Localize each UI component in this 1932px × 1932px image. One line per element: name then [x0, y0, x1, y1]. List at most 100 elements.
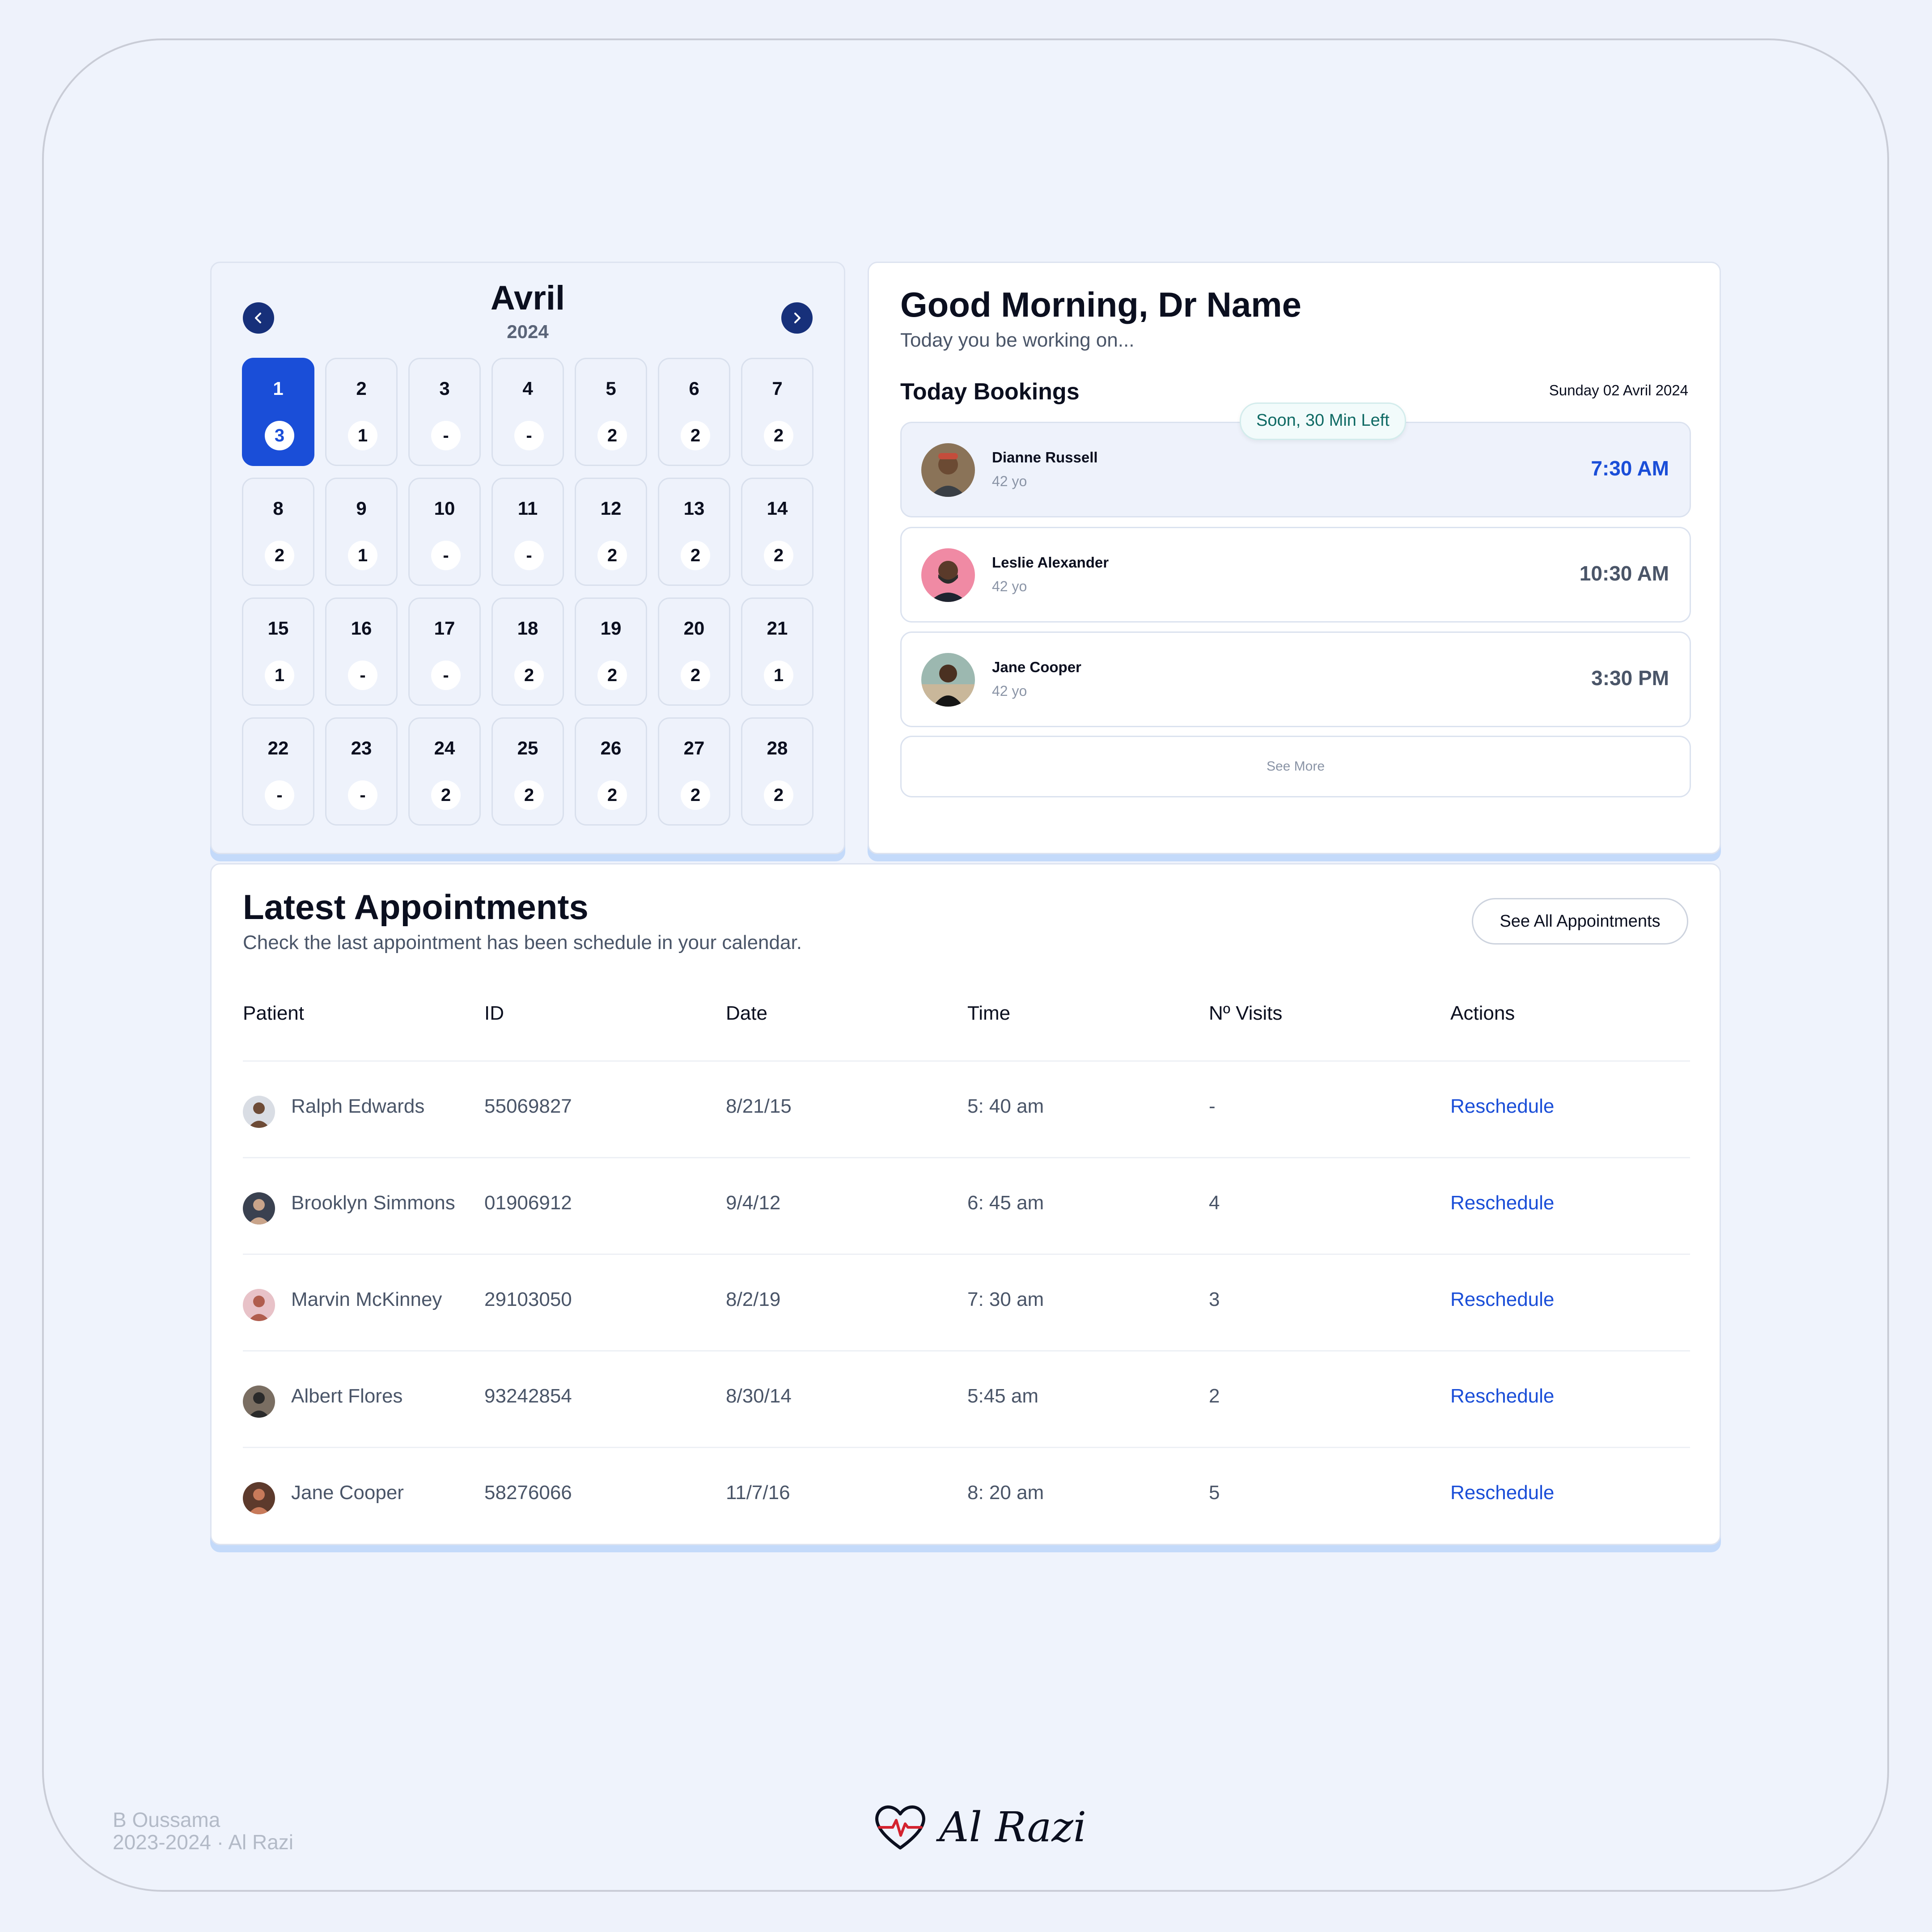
calendar-day[interactable]: 18 2 [491, 597, 564, 706]
avatar [243, 1482, 275, 1514]
brand-logo: Al Razi [871, 1800, 1086, 1853]
calendar-day[interactable]: 62 [658, 358, 730, 466]
column-header-time: Time [967, 1002, 1011, 1024]
latest-appointments-panel: Latest Appointments Check the last appoi… [210, 863, 1721, 1545]
calendar-day[interactable]: 82 [242, 478, 314, 586]
calendar-day-appointment-count: 2 [764, 541, 793, 570]
calendar-day-appointment-count: 2 [597, 421, 627, 450]
calendar-day[interactable]: 3- [408, 358, 481, 466]
calendar-day-number: 3 [439, 378, 450, 399]
appointment-time: 8: 20 am [967, 1482, 1044, 1504]
calendar-day-appointment-count: 2 [681, 661, 710, 690]
calendar-day-appointment-count: 2 [764, 421, 793, 450]
calendar-day[interactable]: 21 [325, 358, 398, 466]
appointment-time: 5:45 am [967, 1385, 1038, 1407]
calendar-day[interactable]: 14 2 [741, 478, 813, 586]
calendar-day-appointment-count: 2 [764, 780, 793, 810]
calendar-day-appointment-count: 2 [514, 780, 544, 810]
calendar-day-number: 9 [356, 498, 367, 519]
calendar-day[interactable]: 52 [575, 358, 647, 466]
calendar-day-number: 16 [351, 618, 372, 639]
calendar-header: Avril 2024 [212, 263, 844, 352]
today-bookings-date: Sunday 02 Avril 2024 [1549, 382, 1688, 398]
calendar-day[interactable]: 13 [242, 358, 314, 466]
calendar-day-number: 25 [517, 737, 538, 758]
patient-id: 01906912 [484, 1192, 572, 1214]
booking-patient-name: Jane Cooper [992, 659, 1081, 675]
heart-pulse-icon [875, 1805, 925, 1850]
calendar-day-appointment-count: - [348, 780, 377, 810]
see-more-button[interactable]: See More [900, 736, 1691, 797]
booking-card[interactable]: Leslie Alexander 42 yo 10:30 AM [900, 527, 1691, 623]
brand-logo-text: Al Razi [939, 1803, 1087, 1851]
calendar-day-appointment-count: 2 [597, 661, 627, 690]
calendar-month: Avril [490, 279, 565, 317]
calendar-day-number: 5 [606, 378, 616, 399]
booking-card[interactable]: Jane Cooper 42 yo 3:30 PM [900, 631, 1691, 727]
table-row: Albert Flores 93242854 8/30/14 5:45 am 2 Resc… [243, 1350, 1690, 1448]
see-all-appointments-button[interactable]: See All Appointments [1472, 898, 1688, 945]
calendar-day-number: 18 [517, 618, 538, 639]
calendar-days-grid: 1 3 2 1 3-4-5 2 6 2 7 2 8 2 9 1 10-11-12 2 13 2 14 2 15 1 16-1… [242, 358, 819, 826]
patient-id: 55069827 [484, 1095, 572, 1117]
column-header-visits: Nº Visits [1209, 1002, 1283, 1024]
calendar-day-number: 1 [273, 378, 284, 399]
calendar-day[interactable]: 10 - [408, 478, 481, 586]
visit-count: 4 [1209, 1192, 1220, 1214]
calendar-day[interactable]: 25 2 [491, 717, 564, 826]
calendar-day-number: 15 [267, 618, 289, 639]
calendar-day-appointment-count: - [265, 780, 294, 810]
calendar-day[interactable]: 26 2 [575, 717, 647, 826]
patient-name: Jane Cooper [291, 1482, 404, 1504]
calendar-day-appointment-count: - [514, 541, 544, 570]
calendar-day[interactable]: 12 2 [575, 478, 647, 586]
booking-time: 3:30 PM [1591, 666, 1669, 690]
reschedule-link[interactable]: Reschedule [1450, 1385, 1554, 1407]
calendar-day-appointment-count: - [431, 661, 461, 690]
avatar [243, 1096, 275, 1128]
booking-patient-age: 42 yo [992, 683, 1027, 699]
calendar-day[interactable]: 17 - [408, 597, 481, 706]
calendar-day[interactable]: 19 2 [575, 597, 647, 706]
patient-name: Albert Flores [291, 1385, 403, 1407]
calendar-day-number: 2 [356, 378, 367, 399]
visit-count: 3 [1209, 1288, 1220, 1310]
calendar-day[interactable]: 72 [741, 358, 813, 466]
avatar [921, 548, 975, 602]
reschedule-link[interactable]: Reschedule [1450, 1192, 1554, 1214]
calendar-day[interactable]: 13 2 [658, 478, 730, 586]
calendar-day[interactable]: 16 - [325, 597, 398, 706]
next-month-button[interactable] [781, 302, 813, 334]
booking-time: 10:30 AM [1579, 562, 1669, 585]
calendar-day-number: 26 [600, 737, 622, 758]
calendar-day[interactable]: 24 2 [408, 717, 481, 826]
column-header-patient: Patient [243, 1002, 304, 1024]
booking-patient-name: Dianne Russell [992, 449, 1098, 466]
calendar-day-number: 7 [772, 378, 783, 399]
calendar-day[interactable]: 15 1 [242, 597, 314, 706]
calendar-day-appointment-count: 1 [348, 541, 377, 570]
calendar-day[interactable]: 22 - [242, 717, 314, 826]
calendar-day-appointment-count: 2 [681, 541, 710, 570]
reschedule-link[interactable]: Reschedule [1450, 1095, 1554, 1118]
footer-author: B Oussama [113, 1808, 220, 1831]
visit-count: - [1209, 1095, 1216, 1117]
calendar-day-appointment-count: - [431, 541, 461, 570]
soon-badge: Soon, 30 Min Left [1240, 402, 1406, 440]
calendar-day-number: 6 [689, 378, 699, 399]
calendar-day-number: 12 [600, 498, 622, 519]
reschedule-link[interactable]: Reschedule [1450, 1288, 1554, 1311]
calendar-day[interactable]: 28 2 [741, 717, 813, 826]
calendar-day[interactable]: 4- [491, 358, 564, 466]
calendar-day[interactable]: 91 [325, 478, 398, 586]
calendar-day[interactable]: 23 - [325, 717, 398, 826]
calendar-day[interactable]: 21 1 [741, 597, 813, 706]
appointment-date: 8/21/15 [726, 1095, 792, 1117]
calendar-day-appointment-count: - [514, 421, 544, 450]
calendar-day[interactable]: 27 2 [658, 717, 730, 826]
visit-count: 5 [1209, 1482, 1220, 1504]
calendar-day[interactable]: 11 - [491, 478, 564, 586]
calendar-day-appointment-count: 2 [681, 421, 710, 450]
reschedule-link[interactable]: Reschedule [1450, 1482, 1554, 1504]
calendar-day[interactable]: 20 2 [658, 597, 730, 706]
